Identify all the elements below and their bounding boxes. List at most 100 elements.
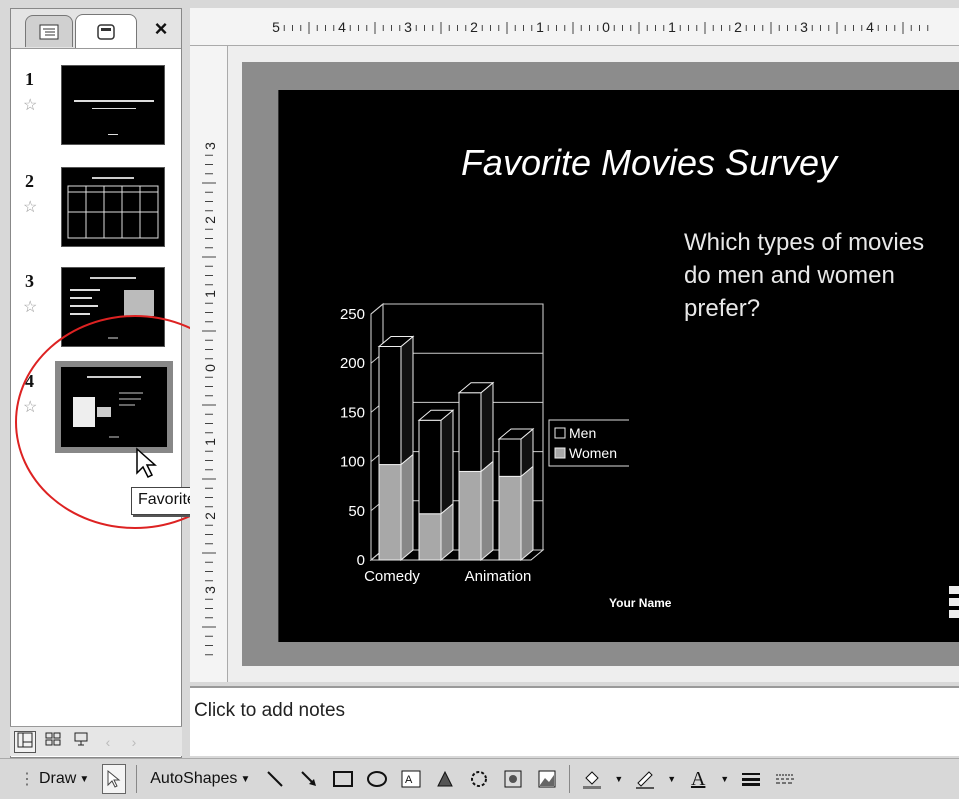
bar-segment-men[interactable]: [498, 438, 522, 477]
ruler-label: 3: [202, 586, 218, 594]
pane-tab-strip: ×: [11, 9, 181, 49]
ruler-label: 2: [202, 512, 218, 520]
drawing-toolbar: ⋮ Draw ▼ AutoShapes ▼ A ▼ ▼ A ▼: [0, 758, 959, 799]
bar-segment-women[interactable]: [498, 475, 522, 561]
ruler-label: 0: [602, 19, 610, 35]
slide-thumbnail-row[interactable]: 3 ☆: [11, 267, 181, 357]
dropdown-arrow-icon[interactable]: ▼: [667, 774, 676, 784]
line-style-button[interactable]: [739, 767, 763, 791]
bar-segment-men[interactable]: [418, 419, 442, 515]
line-style-icon: [742, 773, 761, 786]
close-pane-button[interactable]: ×: [147, 15, 175, 43]
chart-thumbnail-graphic: [73, 376, 143, 438]
tab-slides[interactable]: [75, 14, 137, 48]
normal-view-button[interactable]: [14, 730, 36, 753]
arrow-tool-button[interactable]: [297, 767, 321, 791]
dropdown-arrow-icon[interactable]: ▼: [720, 774, 729, 784]
slide-editing-area: Favorite Movies Survey Which types of mo…: [228, 46, 959, 682]
slide-show-icon: [74, 732, 88, 745]
diagram-icon: [471, 771, 488, 787]
picture-tool-button[interactable]: [535, 767, 559, 791]
bar-side-men: [480, 381, 494, 473]
wordart-tool-button[interactable]: [433, 767, 457, 791]
slide-number: 3: [25, 271, 34, 291]
font-color-button[interactable]: A: [686, 767, 710, 791]
ruler-label: 5: [272, 19, 280, 35]
bar-segment-women[interactable]: [418, 513, 442, 561]
slide-body-text[interactable]: Which types of movies do men and women p…: [684, 226, 954, 325]
rectangle-icon: [333, 771, 354, 787]
animation-star-icon: ☆: [23, 299, 38, 316]
vertical-ruler[interactable]: 3 2 1 0 1 2 3: [190, 46, 228, 682]
slide-thumbnail-row[interactable]: 2 ☆: [11, 167, 181, 257]
clipart-tool-button[interactable]: [501, 767, 525, 791]
oval-tool-button[interactable]: [365, 767, 389, 791]
ruler-label: 2: [470, 19, 478, 35]
line-tool-button[interactable]: [263, 767, 287, 791]
stacked-3d-bar-chart[interactable]: 0 50 100 150 200 250 Comedy Animation Men Women: [329, 290, 629, 590]
y-tick-label: 100: [340, 454, 365, 471]
scroll-left-icon[interactable]: ‹: [98, 732, 118, 752]
ruler-label: 1: [668, 19, 676, 35]
ruler-label: 0: [202, 364, 218, 372]
notes-pane[interactable]: Click to add notes: [190, 686, 959, 756]
textbox-tool-button[interactable]: A: [399, 767, 423, 791]
dash-style-button[interactable]: [773, 767, 797, 791]
fill-color-button[interactable]: [580, 767, 604, 791]
ruler-label: 1: [202, 438, 218, 446]
slides-outline-pane: × 1 ☆ 2 ☆ 3 ☆ 4 ☆ Favorite: [10, 8, 313, 758]
y-tick-label: 200: [340, 355, 365, 372]
toolbar-separator: [569, 765, 571, 793]
ruler-label: 1: [202, 290, 218, 298]
select-objects-button[interactable]: [102, 764, 127, 794]
slide-thumbnail-row[interactable]: 1 ☆: [11, 65, 181, 155]
paint-bucket-icon: [583, 771, 602, 789]
slide-footer: Your Name: [609, 596, 672, 610]
horizontal-ruler[interactable]: 5 4 3 2 1 0 1 2 3 4: [190, 8, 959, 46]
current-slide[interactable]: Favorite Movies Survey Which types of mo…: [278, 90, 959, 642]
select-pointer-icon: [107, 769, 121, 788]
slide-thumbnail[interactable]: [61, 267, 165, 347]
ruler-label: 4: [866, 19, 874, 35]
slide-thumbnail[interactable]: [61, 167, 165, 247]
bar-side-men: [400, 335, 414, 466]
ruler-label: 3: [202, 142, 218, 150]
legend-label: Men: [569, 425, 596, 441]
draw-menu-button[interactable]: ⋮ Draw ▼: [16, 764, 92, 794]
line-color-button[interactable]: [633, 767, 657, 791]
bar-side-men: [440, 409, 454, 515]
autoshapes-menu-button[interactable]: AutoShapes ▼: [147, 764, 253, 794]
slides-tab-icon: [97, 23, 115, 40]
bar-segment-women[interactable]: [378, 464, 402, 561]
slide-sorter-view-button[interactable]: [42, 731, 64, 753]
chart-legend[interactable]: Men Women: [548, 419, 629, 467]
scroll-right-icon[interactable]: ›: [124, 732, 144, 752]
rectangle-tool-button[interactable]: [331, 767, 355, 791]
slide-show-button[interactable]: [70, 731, 92, 753]
toolbar-separator: [136, 765, 138, 793]
y-tick-label: 50: [348, 503, 365, 520]
close-icon: ×: [154, 16, 168, 41]
slide-thumbnail[interactable]: [61, 65, 165, 145]
wordart-icon: [437, 770, 454, 787]
bar-segment-women[interactable]: [458, 470, 482, 561]
picture-icon: [538, 770, 556, 788]
powerpoint-window: × 1 ☆ 2 ☆ 3 ☆ 4 ☆ Favorite ‹ › 5 4 3 2 1…: [0, 0, 959, 799]
view-buttons-bar: ‹ ›: [10, 726, 182, 756]
diagram-tool-button[interactable]: [467, 767, 491, 791]
toolbar-grip-icon: ⋮: [19, 771, 35, 788]
table-thumbnail-graphic: [67, 177, 159, 239]
notes-placeholder[interactable]: Click to add notes: [194, 700, 345, 722]
bar-segment-men[interactable]: [458, 392, 482, 472]
outline-tab-icon: [39, 24, 59, 39]
slide-thumbnail-selected[interactable]: [55, 361, 173, 453]
arrow-icon: [301, 771, 317, 786]
ruler-label: 4: [338, 19, 346, 35]
tab-outline[interactable]: [25, 15, 73, 47]
slide-title[interactable]: Favorite Movies Survey: [409, 142, 889, 184]
ruler-label: 3: [800, 19, 808, 35]
slide-thumbnail-row-selected[interactable]: 4 ☆: [11, 361, 181, 457]
dropdown-arrow-icon[interactable]: ▼: [614, 774, 623, 784]
bar-segment-men[interactable]: [378, 345, 402, 466]
clipart-icon: [504, 770, 522, 788]
